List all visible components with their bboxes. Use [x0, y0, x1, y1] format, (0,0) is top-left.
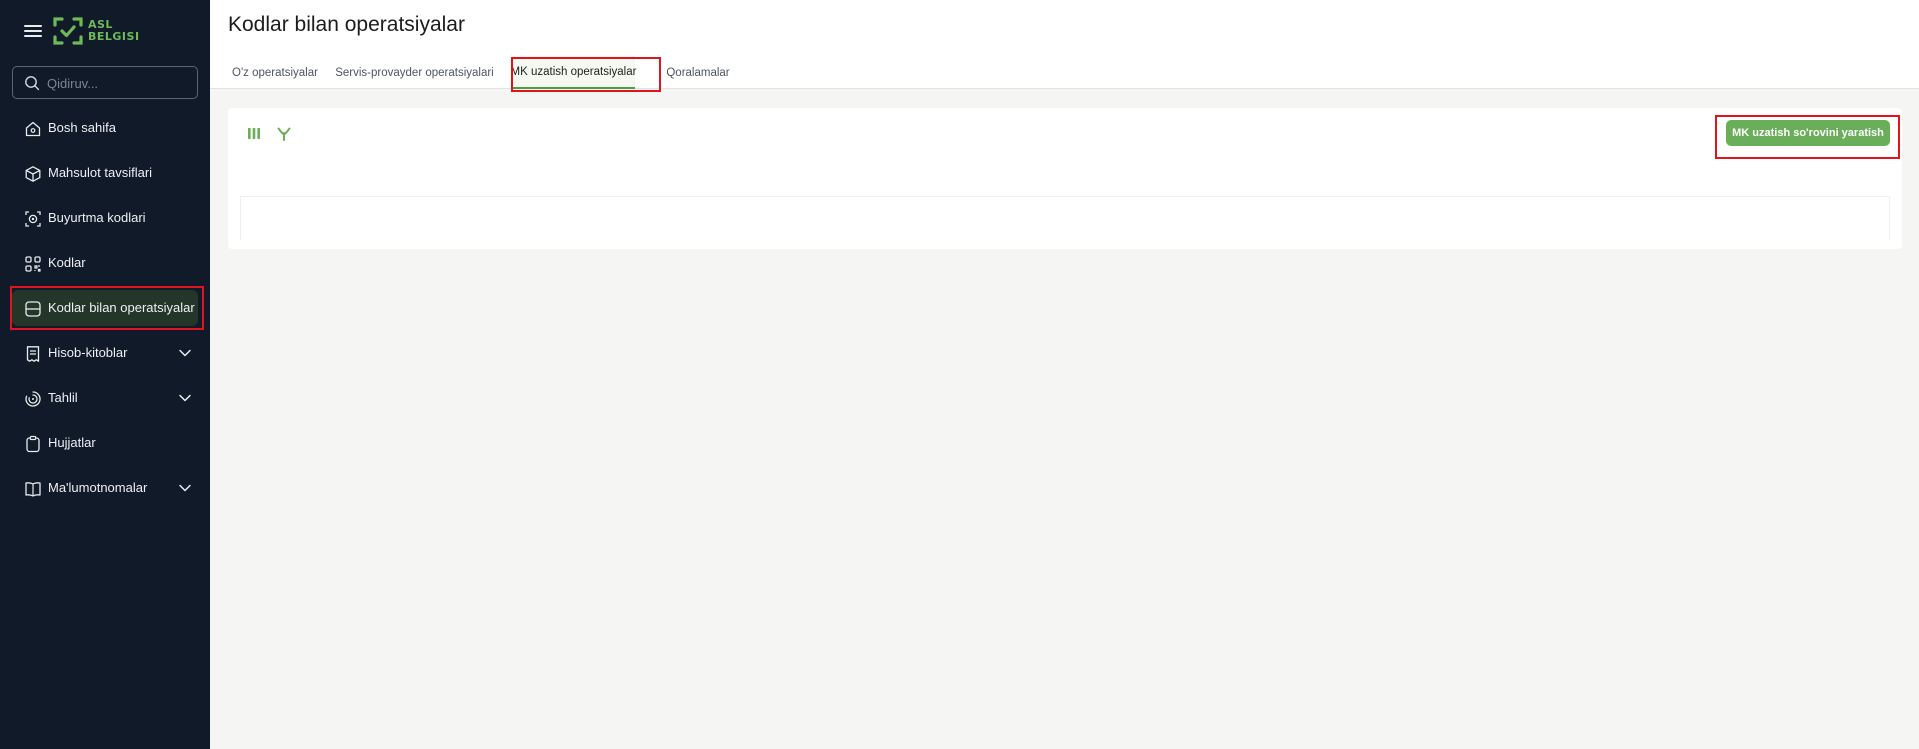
tab-servis-provayder-operatsiyalari[interactable]: Servis-provayder operatsiyalari	[333, 56, 496, 89]
box-icon	[25, 166, 41, 182]
logo-mark-icon	[53, 17, 83, 45]
qr-code-icon	[25, 256, 41, 272]
chevron-down-icon[interactable]	[178, 391, 192, 405]
page-title: Kodlar bilan operatsiyalar	[228, 13, 465, 36]
logo-text: ASL BELGISI	[88, 19, 140, 43]
sidebar-item-label: Kodlar bilan operatsiyalar	[48, 300, 195, 315]
operations-icon	[25, 301, 41, 317]
sidebar-item-tahlil[interactable]: Tahlil	[12, 380, 198, 416]
receipt-icon	[26, 346, 40, 362]
tab-qoralamalar[interactable]: Qoralamalar	[664, 56, 732, 89]
sidebar-item-buyurtma-kodlari[interactable]: Buyurtma kodlari	[12, 200, 198, 236]
sidebar-item-label: Ma'lumotnomalar	[48, 480, 148, 495]
tab-mk-uzatish-operatsiyalar[interactable]: MK uzatish operatsiyalar	[511, 56, 636, 89]
create-mk-transfer-request-button[interactable]: MK uzatish so'rovini yaratish	[1726, 120, 1890, 146]
tabs-bar: O'z operatsiyalar Servis-provayder opera…	[210, 56, 1919, 89]
logo-line2: BELGISI	[88, 30, 140, 43]
sidebar-item-malumotnomalar[interactable]: Ma'lumotnomalar	[12, 470, 198, 506]
chevron-down-icon[interactable]	[178, 481, 192, 495]
sidebar-item-label: Kodlar	[48, 255, 86, 270]
home-icon	[25, 121, 41, 137]
columns-icon[interactable]	[246, 126, 262, 142]
sidebar-item-label: Buyurtma kodlari	[48, 210, 146, 225]
sidebar-item-hujjatlar[interactable]: Hujjatlar	[12, 425, 198, 461]
sidebar-item-label: Mahsulot tavsiflari	[48, 165, 153, 180]
sidebar-item-label: Bosh sahifa	[48, 120, 116, 135]
sidebar: ASL BELGISI Bosh sahifa Mahsulot tavsifl…	[0, 0, 210, 749]
sidebar-item-hisob-kitoblar[interactable]: Hisob-kitoblar	[12, 335, 198, 371]
analytics-icon	[25, 391, 41, 407]
search-icon	[25, 76, 40, 91]
hamburger-menu-icon[interactable]	[22, 22, 44, 40]
chevron-down-icon[interactable]	[178, 346, 192, 360]
sidebar-item-kodlar[interactable]: Kodlar	[12, 245, 198, 281]
sidebar-item-label: Hisob-kitoblar	[48, 345, 128, 360]
sidebar-header: ASL BELGISI	[0, 0, 210, 64]
header-bar	[210, 0, 1919, 56]
sidebar-item-label: Hujjatlar	[48, 435, 96, 450]
asl-belgisi-logo[interactable]: ASL BELGISI	[52, 15, 142, 49]
search-input[interactable]	[47, 73, 187, 93]
sidebar-item-kodlar-bilan-operatsiyalar[interactable]: Kodlar bilan operatsiyalar	[12, 290, 198, 326]
clipboard-icon	[26, 435, 40, 453]
operations-table	[240, 196, 1890, 240]
filter-icon[interactable]	[276, 126, 292, 142]
book-icon	[25, 482, 41, 497]
tab-oz-operatsiyalar[interactable]: O'z operatsiyalar	[232, 56, 318, 89]
sidebar-item-bosh-sahifa[interactable]: Bosh sahifa	[12, 110, 198, 146]
search-box[interactable]	[12, 66, 198, 99]
order-codes-icon	[25, 211, 41, 227]
sidebar-item-mahsulot-tavsiflari[interactable]: Mahsulot tavsiflari	[12, 155, 198, 191]
sidebar-item-label: Tahlil	[48, 390, 78, 405]
